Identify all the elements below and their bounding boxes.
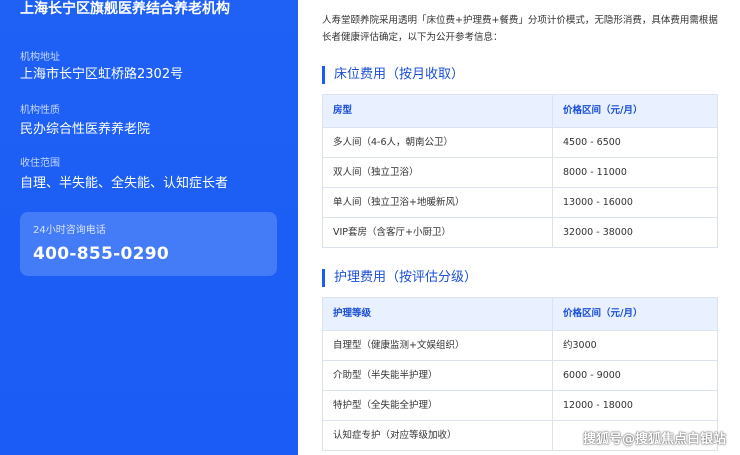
price-cell: 12000 - 18000 xyxy=(552,390,718,421)
table-row: 特护型（全失能全护理） 12000 - 18000 xyxy=(322,390,718,421)
table-header-row: 护理等级 价格区间（元/月） xyxy=(322,297,718,331)
room-type-cell: VIP套房（含客厅+小厨卫） xyxy=(322,217,553,248)
hotline-label: 24小时咨询电话 xyxy=(33,225,106,236)
table-row: 单人间（独立卫浴+地暖新风） 13000 - 16000 xyxy=(322,187,718,218)
table-row: 自理型（健康监测+文娱组织） 约3000 xyxy=(322,330,718,361)
table-header-cell: 价格区间（元/月） xyxy=(552,94,718,128)
table-row: 双人间（独立卫浴） 8000 - 11000 xyxy=(322,157,718,188)
address-value: 上海市长宁区虹桥路2302号 xyxy=(20,67,184,82)
price-cell: 约3000 xyxy=(552,330,718,361)
address-label: 机构地址 xyxy=(20,52,60,63)
care-level-cell: 自理型（健康监测+文娱组织） xyxy=(322,330,553,361)
price-cell: 4500 - 6500 xyxy=(552,127,718,158)
hotline-card[interactable]: 24小时咨询电话 400-855-0290 xyxy=(20,212,277,276)
care-level-cell: 特护型（全失能全护理） xyxy=(322,390,553,421)
table-row: VIP套房（含客厅+小厨卫） 32000 - 38000 xyxy=(322,217,718,248)
scope-value: 自理、半失能、全失能、认知症长者 xyxy=(20,176,229,191)
table-row: 多人间（4-6人，朝南公卫） 4500 - 6500 xyxy=(322,127,718,158)
sidebar-panel: 上海长宁区旗舰医养结合养老机构 机构地址 上海市长宁区虹桥路2302号 机构性质… xyxy=(0,0,298,455)
table-header-cell: 价格区间（元/月） xyxy=(552,297,718,331)
price-cell: 8000 - 11000 xyxy=(552,157,718,188)
table-header-cell: 房型 xyxy=(322,94,553,128)
table-row: 介助型（半失能半护理） 6000 - 9000 xyxy=(322,360,718,391)
hotline-number[interactable]: 400-855-0290 xyxy=(33,243,169,265)
watermark-text: 搜狐号@搜狐焦点白银站 xyxy=(582,432,726,447)
nature-value: 民办综合性医养养老院 xyxy=(20,122,151,137)
intro-text: 人寿堂颐养院采用透明「床位费+护理费+餐费」分项计价模式，无隐形消费，具体费用需… xyxy=(322,15,718,43)
price-cell: 13000 - 16000 xyxy=(552,187,718,218)
care-fee-title: 护理费用（按评估分级） xyxy=(322,269,477,287)
price-cell: 32000 - 38000 xyxy=(552,217,718,248)
org-title: 上海长宁区旗舰医养结合养老机构 xyxy=(20,1,230,17)
price-cell: 6000 - 9000 xyxy=(552,360,718,391)
scope-label: 收住范围 xyxy=(20,158,60,169)
main-content: 人寿堂颐养院采用透明「床位费+护理费+餐费」分项计价模式，无隐形消费，具体费用需… xyxy=(322,0,718,455)
table-header-row: 房型 价格区间（元/月） xyxy=(322,94,718,128)
room-type-cell: 多人间（4-6人，朝南公卫） xyxy=(322,127,553,158)
care-level-cell: 介助型（半失能半护理） xyxy=(322,360,553,391)
bed-fee-table: 房型 价格区间（元/月） 多人间（4-6人，朝南公卫） 4500 - 6500 … xyxy=(322,94,718,248)
table-header-cell: 护理等级 xyxy=(322,297,553,331)
nature-label: 机构性质 xyxy=(20,105,60,116)
room-type-cell: 单人间（独立卫浴+地暖新风） xyxy=(322,187,553,218)
bed-fee-title: 床位费用（按月收取） xyxy=(322,66,464,84)
room-type-cell: 双人间（独立卫浴） xyxy=(322,157,553,188)
care-level-cell: 认知症专护（对应等级加收） xyxy=(322,420,553,451)
